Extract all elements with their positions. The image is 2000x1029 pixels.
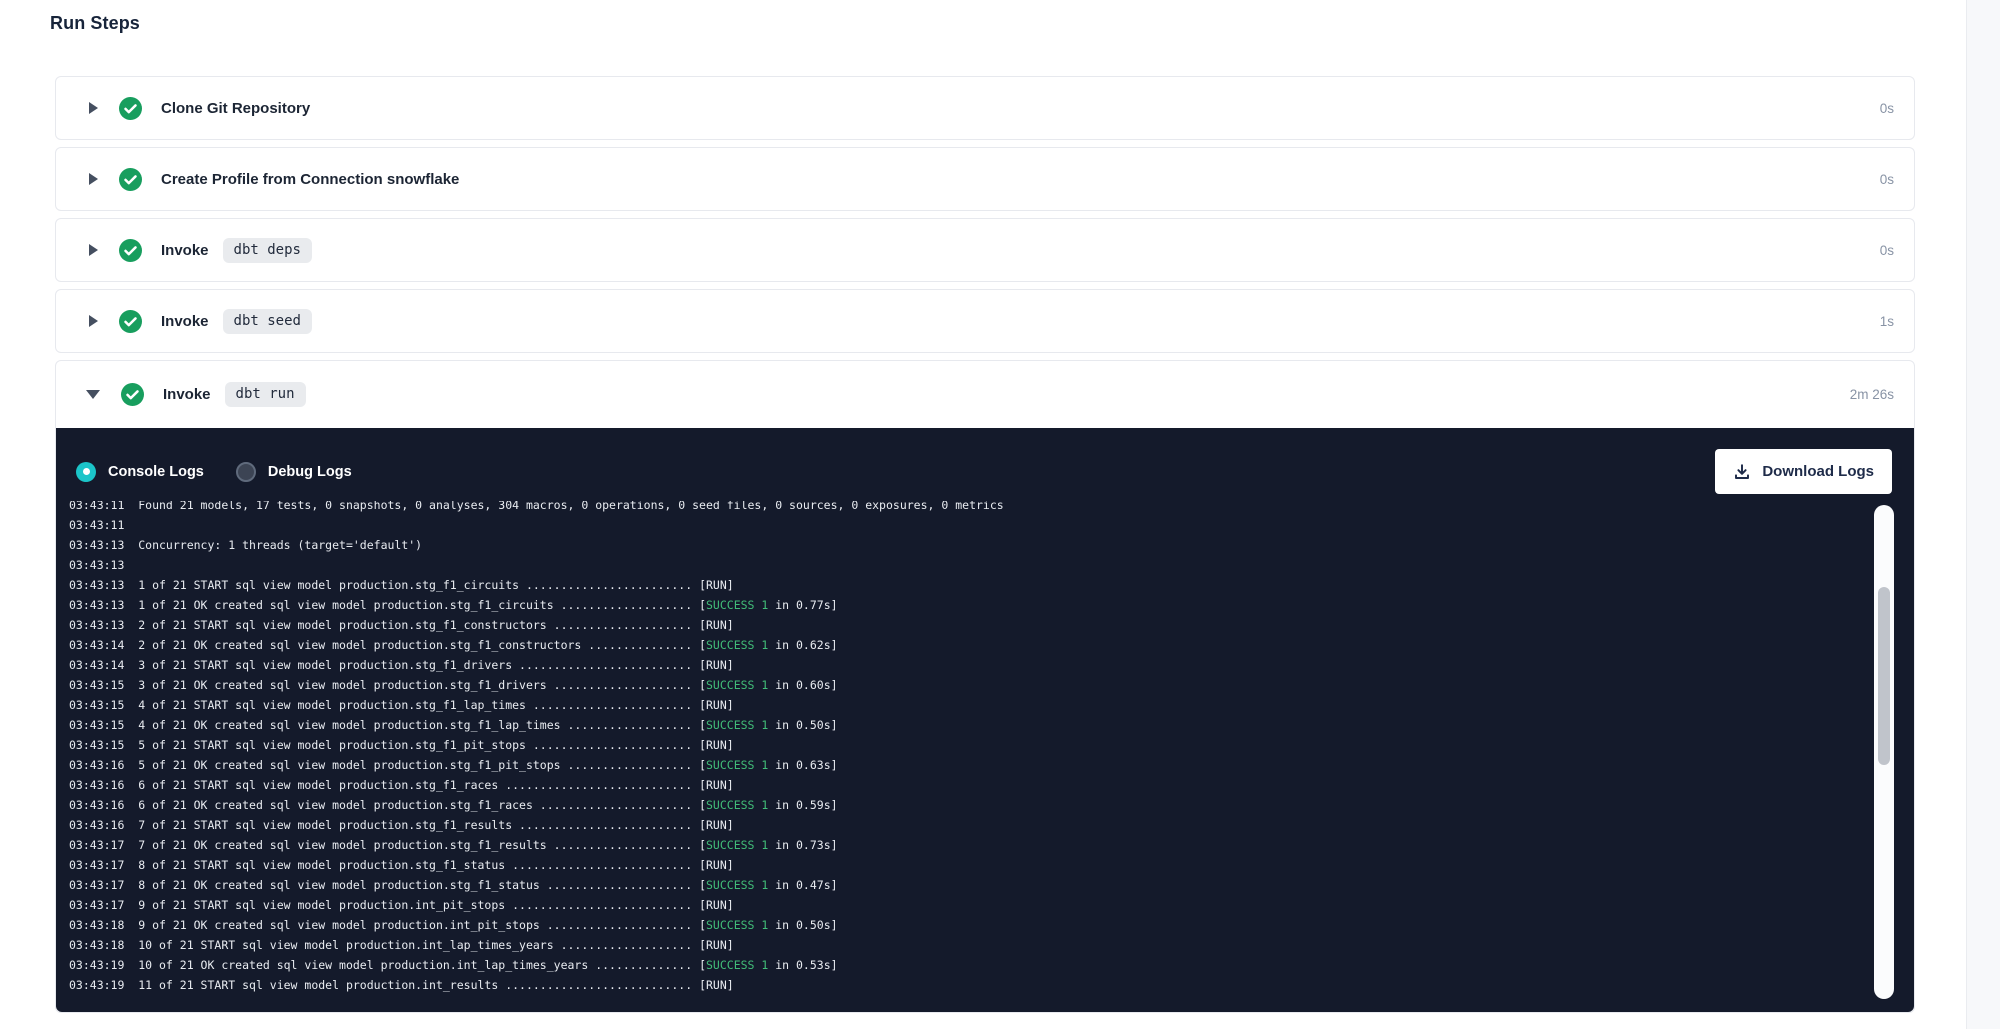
log-timestamp: 03:43:13 [69, 598, 124, 612]
log-line: 03:43:16 5 of 21 OK created sql view mod… [69, 755, 1872, 775]
log-timestamp: 03:43:14 [69, 638, 124, 652]
log-content: 03:43:11 Found 21 models, 17 tests, 0 sn… [69, 501, 1872, 995]
step-duration: 2m 26s [1850, 387, 1894, 402]
step-row-invoke-dbt-run[interactable]: Invoke dbt run 2m 26s Console Logs Debug… [55, 360, 1915, 1013]
log-line: 03:43:16 6 of 21 OK created sql view mod… [69, 795, 1872, 815]
log-timestamp: 03:43:11 [69, 501, 124, 512]
log-timestamp: 03:43:19 [69, 958, 124, 972]
log-scrollbar-thumb[interactable] [1878, 587, 1890, 765]
status-success-icon [119, 97, 142, 120]
log-line: 03:43:13 2 of 21 START sql view model pr… [69, 615, 1872, 635]
log-line: 03:43:17 8 of 21 START sql view model pr… [69, 855, 1872, 875]
step-row-create-profile[interactable]: Create Profile from Connection snowflake… [55, 147, 1915, 211]
step-command-chip: dbt deps [223, 238, 312, 263]
step-label: Invoke [161, 242, 209, 259]
download-logs-label: Download Logs [1762, 463, 1874, 480]
log-line: 03:43:13 Concurrency: 1 threads (target=… [69, 535, 1872, 555]
log-line: 03:43:11 Found 21 models, 17 tests, 0 sn… [69, 501, 1872, 515]
console-logs-radio[interactable]: Console Logs [76, 462, 204, 482]
log-timestamp: 03:43:14 [69, 658, 124, 672]
chevron-right-icon[interactable] [89, 173, 98, 185]
download-icon [1733, 463, 1751, 481]
step-duration: 1s [1880, 314, 1894, 329]
debug-logs-radio[interactable]: Debug Logs [236, 462, 352, 482]
log-line: 03:43:15 4 of 21 START sql view model pr… [69, 695, 1872, 715]
log-line: 03:43:15 5 of 21 START sql view model pr… [69, 735, 1872, 755]
log-line: 03:43:18 10 of 21 START sql view model p… [69, 935, 1872, 955]
log-timestamp: 03:43:17 [69, 878, 124, 892]
log-timestamp: 03:43:16 [69, 778, 124, 792]
chevron-right-icon[interactable] [89, 102, 98, 114]
debug-logs-label: Debug Logs [268, 464, 352, 480]
log-line: 03:43:13 1 of 21 OK created sql view mod… [69, 595, 1872, 615]
log-timestamp: 03:43:13 [69, 578, 124, 592]
log-line: 03:43:16 6 of 21 START sql view model pr… [69, 775, 1872, 795]
step-label: Invoke [163, 386, 211, 403]
log-line: 03:43:19 10 of 21 OK created sql view mo… [69, 955, 1872, 975]
log-line: 03:43:11 [69, 515, 1872, 535]
log-timestamp: 03:43:11 [69, 518, 124, 532]
step-command-chip: dbt run [225, 382, 306, 407]
status-success-icon [119, 168, 142, 191]
log-timestamp: 03:43:15 [69, 718, 124, 732]
radio-unselected-icon [236, 462, 256, 482]
log-line: 03:43:17 9 of 21 START sql view model pr… [69, 895, 1872, 915]
log-timestamp: 03:43:17 [69, 898, 124, 912]
log-timestamp: 03:43:16 [69, 818, 124, 832]
step-duration: 0s [1880, 101, 1894, 116]
log-line: 03:43:17 8 of 21 OK created sql view mod… [69, 875, 1872, 895]
log-viewport[interactable]: 03:43:11 Found 21 models, 17 tests, 0 sn… [69, 501, 1872, 1012]
log-timestamp: 03:43:17 [69, 858, 124, 872]
log-timestamp: 03:43:15 [69, 678, 124, 692]
log-line: 03:43:15 3 of 21 OK created sql view mod… [69, 675, 1872, 695]
step-row-invoke-dbt-seed[interactable]: Invoke dbt seed 1s [55, 289, 1915, 353]
chevron-down-icon[interactable] [86, 390, 100, 399]
log-timestamp: 03:43:13 [69, 618, 124, 632]
status-success-icon [121, 383, 144, 406]
log-line: 03:43:15 4 of 21 OK created sql view mod… [69, 715, 1872, 735]
log-timestamp: 03:43:19 [69, 978, 124, 992]
step-label: Invoke [161, 313, 209, 330]
log-timestamp: 03:43:16 [69, 798, 124, 812]
log-line: 03:43:13 [69, 555, 1872, 575]
log-line: 03:43:19 11 of 21 START sql view model p… [69, 975, 1872, 995]
log-timestamp: 03:43:15 [69, 738, 124, 752]
status-success-icon [119, 310, 142, 333]
log-timestamp: 03:43:18 [69, 918, 124, 932]
console-logs-label: Console Logs [108, 464, 204, 480]
step-command-chip: dbt seed [223, 309, 312, 334]
log-line: 03:43:13 1 of 21 START sql view model pr… [69, 575, 1872, 595]
log-timestamp: 03:43:18 [69, 938, 124, 952]
radio-selected-icon [76, 462, 96, 482]
log-line: 03:43:16 7 of 21 START sql view model pr… [69, 815, 1872, 835]
log-line: 03:43:17 7 of 21 OK created sql view mod… [69, 835, 1872, 855]
chevron-right-icon[interactable] [89, 315, 98, 327]
log-line: 03:43:14 2 of 21 OK created sql view mod… [69, 635, 1872, 655]
log-scrollbar[interactable] [1874, 505, 1894, 999]
log-timestamp: 03:43:13 [69, 558, 124, 572]
page-right-gutter [1966, 0, 2000, 1029]
download-logs-button[interactable]: Download Logs [1715, 449, 1892, 494]
log-line: 03:43:18 9 of 21 OK created sql view mod… [69, 915, 1872, 935]
status-success-icon [119, 239, 142, 262]
step-row-clone-git-repository[interactable]: Clone Git Repository 0s [55, 76, 1915, 140]
step-duration: 0s [1880, 172, 1894, 187]
log-line: 03:43:14 3 of 21 START sql view model pr… [69, 655, 1872, 675]
page-title: Run Steps [50, 13, 140, 34]
log-timestamp: 03:43:16 [69, 758, 124, 772]
log-timestamp: 03:43:13 [69, 538, 124, 552]
step-label: Clone Git Repository [161, 100, 310, 117]
console-log-panel: Console Logs Debug Logs Download Logs 03… [56, 428, 1914, 1012]
step-label: Create Profile from Connection snowflake [161, 171, 459, 188]
chevron-right-icon[interactable] [89, 244, 98, 256]
log-timestamp: 03:43:15 [69, 698, 124, 712]
step-duration: 0s [1880, 243, 1894, 258]
step-row-invoke-dbt-deps[interactable]: Invoke dbt deps 0s [55, 218, 1915, 282]
log-timestamp: 03:43:17 [69, 838, 124, 852]
